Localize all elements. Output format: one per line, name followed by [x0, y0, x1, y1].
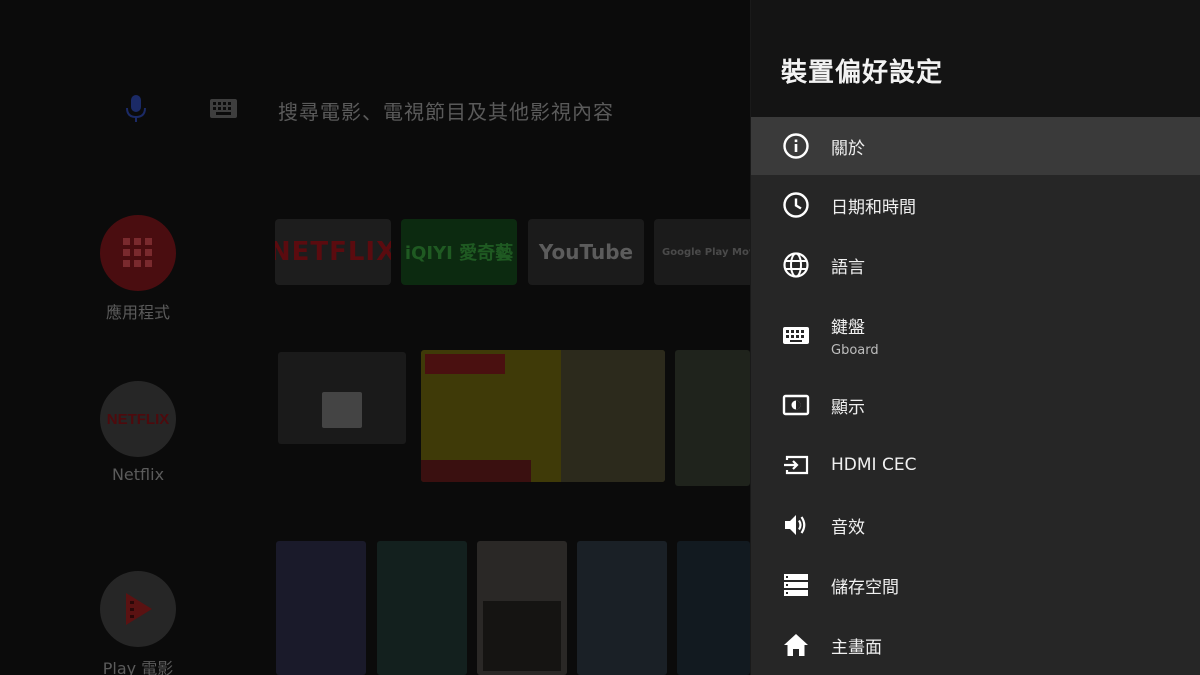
hdmi-input-icon: [781, 450, 811, 480]
app-tile-netflix[interactable]: NETFLIX: [275, 219, 391, 285]
menu-item-label: 語言: [831, 257, 865, 278]
movie-poster[interactable]: [677, 541, 750, 675]
menu-item-label: 日期和時間: [831, 197, 916, 218]
movie-poster[interactable]: [276, 541, 366, 675]
device-preferences-panel: 裝置偏好設定 關於 日期和時間 語言 鍵盤 Gboard 顯示 HDMI CEC…: [750, 0, 1200, 675]
home-screen-background: 搜尋電影、電視節目及其他影視內容 應用程式 NETFLIX Netflix Pl…: [0, 0, 750, 675]
menu-item-date-time[interactable]: 日期和時間: [751, 175, 1200, 235]
app-tile-youtube[interactable]: YouTube: [528, 219, 644, 285]
recommendation-card[interactable]: [675, 350, 750, 486]
thumbnail-badge: [425, 354, 505, 374]
menu-item-sound[interactable]: 音效: [751, 495, 1200, 555]
menu-item-label: 顯示: [831, 397, 865, 418]
app-tile-google-play-movies[interactable]: Google Play Movies: [654, 219, 750, 285]
thumbnail-badge: [421, 460, 531, 482]
keyboard-search-icon[interactable]: [210, 99, 237, 118]
menu-item-label: 音效: [831, 517, 865, 538]
menu-item-storage[interactable]: 儲存空間: [751, 555, 1200, 615]
menu-item-language[interactable]: 語言: [751, 235, 1200, 295]
storage-icon: [781, 570, 811, 600]
movie-poster[interactable]: [477, 541, 567, 675]
menu-item-keyboard[interactable]: 鍵盤 Gboard: [751, 295, 1200, 375]
thumbnail-image: [483, 601, 561, 671]
microphone-icon[interactable]: [124, 94, 148, 124]
recommendation-card[interactable]: [421, 350, 665, 482]
panel-title: 裝置偏好設定: [781, 58, 944, 88]
sidebar-app-play-movies[interactable]: Play 電影: [100, 571, 176, 675]
menu-item-label: 關於: [831, 138, 865, 159]
menu-item-home-screen[interactable]: 主畫面: [751, 615, 1200, 675]
settings-menu: 關於 日期和時間 語言 鍵盤 Gboard 顯示 HDMI CEC 音效 儲存空…: [751, 117, 1200, 675]
globe-icon: [781, 250, 811, 280]
panel-header: 裝置偏好設定: [751, 0, 1200, 117]
menu-item-label: 儲存空間: [831, 577, 899, 598]
menu-item-label: HDMI CEC: [831, 455, 917, 475]
movie-poster[interactable]: [377, 541, 467, 675]
sidebar-app-netflix[interactable]: NETFLIX Netflix: [100, 381, 176, 484]
sidebar-app-label: 應用程式: [105, 303, 170, 322]
apps-grid-icon: [100, 215, 176, 291]
sidebar-app-label: Play 電影: [102, 659, 174, 675]
recommendation-card[interactable]: [278, 352, 406, 444]
volume-icon: [781, 510, 811, 540]
menu-item-hdmi-cec[interactable]: HDMI CEC: [751, 435, 1200, 495]
info-icon: [781, 131, 811, 161]
clock-icon: [781, 190, 811, 220]
netflix-logo: NETFLIX: [100, 381, 176, 457]
display-icon: [781, 390, 811, 420]
movie-poster[interactable]: [577, 541, 667, 675]
sidebar-app-label: Netflix: [111, 465, 165, 484]
app-tile-iqiyi[interactable]: iQIYI 愛奇藝: [401, 219, 517, 285]
keyboard-icon: [781, 320, 811, 350]
menu-item-about[interactable]: 關於: [751, 117, 1200, 175]
menu-item-label: 主畫面: [831, 637, 882, 658]
thumbnail-image: [322, 392, 362, 428]
menu-item-sublabel: Gboard: [831, 342, 879, 358]
home-icon: [781, 630, 811, 660]
thumbnail-image: [561, 350, 665, 482]
sidebar-app-apps[interactable]: 應用程式: [100, 215, 176, 322]
play-movies-logo: [100, 571, 176, 647]
search-placeholder[interactable]: 搜尋電影、電視節目及其他影視內容: [278, 96, 614, 125]
menu-item-label: 鍵盤: [831, 317, 865, 338]
menu-item-display[interactable]: 顯示: [751, 375, 1200, 435]
